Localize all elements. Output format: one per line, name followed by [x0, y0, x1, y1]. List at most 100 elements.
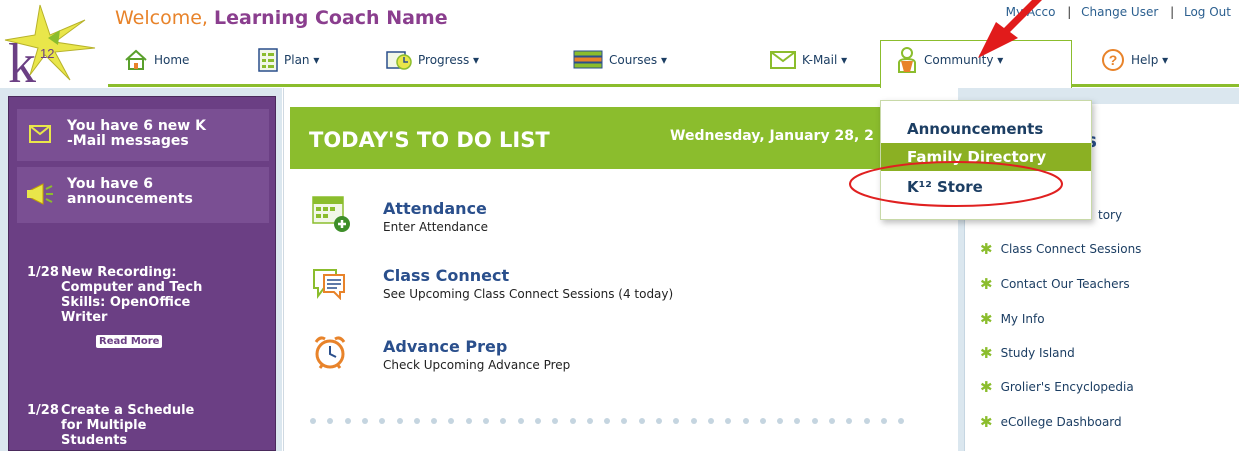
star-icon: ✱ — [980, 240, 993, 258]
divider-dot — [829, 418, 835, 424]
quick-link-label: eCollege Dashboard — [1000, 415, 1122, 429]
highlight-ellipse — [849, 161, 1063, 207]
sidebar: You have 6 new K -Mail messages You have… — [8, 96, 276, 451]
divider-dot — [500, 418, 507, 424]
divider-dot — [586, 418, 593, 424]
divider-dot — [448, 418, 455, 424]
quick-link-label: Study Island — [1000, 346, 1075, 360]
quick-link-study-island[interactable]: ✱ Study Island — [980, 344, 1075, 362]
change-user-link[interactable]: Change User — [1081, 5, 1158, 19]
announcement-line: for Multiple — [61, 418, 147, 433]
quick-link-class-connect[interactable]: ✱ Class Connect Sessions — [980, 240, 1141, 258]
divider-dot — [690, 418, 697, 424]
nav-home[interactable]: Home — [124, 45, 189, 75]
divider-dot — [759, 418, 766, 424]
announcement-line: Students — [61, 433, 128, 448]
quick-link-label: Class Connect Sessions — [1000, 242, 1142, 256]
attendance-link[interactable]: Attendance — [383, 199, 487, 218]
divider-dot — [811, 418, 818, 424]
class-connect-subtitle: See Upcoming Class Connect Sessions (4 t… — [383, 287, 674, 301]
log-out-link[interactable]: Log Out — [1184, 5, 1231, 19]
dropdown-announcements[interactable]: Announcements — [881, 115, 1091, 143]
home-icon — [125, 49, 147, 70]
quick-link-my-info[interactable]: ✱ My Info — [980, 310, 1045, 328]
nav-help[interactable]: ? Help ▾ — [1101, 45, 1168, 75]
k12-logo[interactable]: k 12 — [0, 0, 108, 95]
announcement-line: Skills: OpenOffice — [61, 295, 191, 310]
nav-courses[interactable]: Courses ▾ — [573, 45, 667, 75]
divider-dot — [880, 418, 887, 424]
star-icon: ✱ — [980, 378, 993, 396]
quick-link-label: My Info — [1000, 312, 1045, 326]
divider-dot — [361, 418, 368, 424]
announcement-title[interactable]: New Recording: Computer and Tech Skills:… — [61, 265, 211, 325]
separator: | — [1067, 5, 1072, 19]
nav-progress[interactable]: Progress ▾ — [386, 45, 479, 75]
quick-link-label: Contact Our Teachers — [1000, 277, 1130, 291]
quick-link-contact-teachers[interactable]: ✱ Contact Our Teachers — [980, 275, 1130, 293]
divider-dot — [621, 418, 628, 424]
divider-dot — [863, 418, 870, 424]
read-more-button[interactable]: Read More — [96, 335, 163, 348]
announcements-notification[interactable]: You have 6 announcements — [17, 167, 269, 223]
star-icon: ✱ — [980, 275, 993, 293]
announcement-line: Create a Schedule — [61, 403, 195, 418]
announcement-date: 1/28 — [27, 403, 59, 418]
community-icon — [898, 47, 916, 73]
star-icon: ✱ — [980, 344, 993, 362]
divider-dot — [638, 418, 645, 424]
announcement-date: 1/28 — [27, 265, 59, 280]
divider-dot — [534, 418, 541, 424]
divider-dot — [846, 418, 853, 424]
divider-dot — [673, 418, 680, 424]
kmail-notification[interactable]: You have 6 new K -Mail messages — [17, 109, 269, 161]
class-connect-icon — [313, 269, 345, 300]
quick-link-grolier[interactable]: ✱ Grolier's Encyclopedia — [980, 378, 1134, 396]
courses-icon — [573, 50, 603, 69]
divider-dot — [725, 418, 732, 424]
megaphone-icon — [27, 183, 53, 205]
svg-text:12: 12 — [40, 46, 54, 61]
nav-plan-label: Plan ▾ — [284, 53, 320, 67]
star-icon: ✱ — [980, 310, 993, 328]
divider-dot — [379, 418, 386, 424]
divider-dot — [794, 418, 801, 424]
divider-dot — [604, 418, 611, 424]
dotted-divider — [310, 418, 920, 426]
divider-dot — [465, 418, 472, 424]
advance-prep-link[interactable]: Advance Prep — [383, 337, 507, 356]
divider-dot — [707, 418, 714, 424]
attendance-icon — [312, 196, 350, 232]
welcome-message: Welcome, Learning Coach Name — [115, 7, 448, 29]
learning-coach-name: Learning Coach Name — [214, 7, 448, 29]
divider-dot — [898, 418, 905, 424]
nav-kmail-label: K-Mail ▾ — [802, 53, 848, 67]
divider-dot — [431, 418, 438, 424]
announcement-title[interactable]: Create a Schedule for Multiple Students — [61, 403, 211, 448]
nav-plan[interactable]: Plan ▾ — [258, 45, 319, 75]
nav-help-label: Help ▾ — [1131, 53, 1169, 67]
help-icon: ? — [1102, 49, 1124, 71]
divider-dot — [310, 418, 316, 424]
divider-dot — [552, 418, 559, 424]
divider-dot — [517, 418, 524, 424]
quick-link-ecollege[interactable]: ✱ eCollege Dashboard — [980, 413, 1122, 431]
quick-link-family-directory[interactable]: tory — [1098, 208, 1122, 222]
announcement-line: Writer — [61, 310, 108, 325]
class-connect-link[interactable]: Class Connect — [383, 266, 509, 285]
plan-icon — [258, 48, 278, 72]
divider-dot — [569, 418, 576, 424]
kmail-icon — [770, 51, 796, 69]
kmail-line-2: -Mail messages — [67, 133, 189, 149]
nav-home-label: Home — [154, 53, 190, 67]
nav-kmail[interactable]: K-Mail ▾ — [770, 45, 847, 75]
alarm-clock-icon — [314, 336, 346, 369]
progress-icon — [386, 51, 412, 70]
quick-link-label: tory — [1098, 208, 1123, 222]
svg-text:?: ? — [1109, 52, 1118, 68]
announcement-line: New Recording: — [61, 265, 177, 280]
divider-dot — [327, 418, 334, 424]
divider-dot — [742, 418, 749, 424]
nav-courses-label: Courses ▾ — [609, 53, 667, 67]
todo-title: TODAY'S TO DO LIST — [309, 128, 550, 152]
